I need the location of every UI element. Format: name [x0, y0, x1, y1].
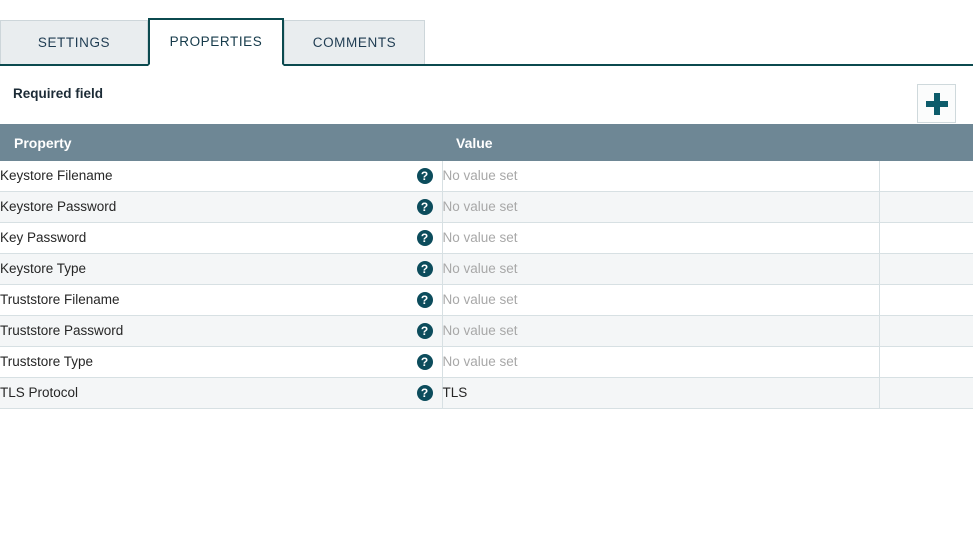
property-name-label: Key Password — [0, 230, 87, 245]
property-name-label: Keystore Type — [0, 261, 87, 276]
row-actions-cell[interactable] — [879, 377, 973, 409]
property-name-cell: Truststore Password? — [0, 315, 443, 347]
property-name-label: Keystore Filename — [0, 168, 113, 183]
plus-icon — [925, 92, 948, 115]
table-row[interactable]: Keystore Type? No value set — [0, 253, 973, 285]
help-icon[interactable]: ? — [416, 230, 433, 246]
tab-properties[interactable]: PROPERTIES — [148, 18, 284, 66]
tab-comments-label: COMMENTS — [312, 35, 397, 50]
required-field-label: Required field — [13, 86, 104, 101]
table-row[interactable]: Keystore Password? No value set — [0, 191, 973, 223]
property-value-cell[interactable]: No value set — [442, 191, 880, 223]
table-row[interactable]: Key Password? No value set — [0, 222, 973, 254]
table-row[interactable]: Truststore Password? No value set — [0, 315, 973, 347]
property-value-cell[interactable]: No value set — [442, 222, 880, 254]
table-row[interactable]: Truststore Filename? No value set — [0, 284, 973, 316]
table-header-row: Property Value — [0, 124, 973, 161]
property-value-cell[interactable]: No value set — [442, 161, 880, 192]
property-name-label: Keystore Password — [0, 199, 117, 214]
property-name-cell: Keystore Filename? — [0, 161, 443, 192]
property-name-cell: Key Password? — [0, 222, 443, 254]
tab-settings[interactable]: SETTINGS — [0, 20, 148, 64]
row-actions-cell[interactable] — [879, 222, 973, 254]
properties-table: Property Value Keystore Filename? No valu… — [0, 124, 973, 409]
help-icon[interactable]: ? — [416, 168, 433, 184]
row-actions-cell[interactable] — [879, 191, 973, 223]
row-actions-cell[interactable] — [879, 315, 973, 347]
property-name-label: Truststore Filename — [0, 292, 120, 307]
property-name-label: Truststore Password — [0, 323, 124, 338]
tab-properties-label: PROPERTIES — [169, 34, 263, 49]
column-header-actions — [879, 124, 973, 161]
row-actions-cell[interactable] — [879, 346, 973, 378]
property-value-cell[interactable]: No value set — [442, 284, 880, 316]
row-actions-cell[interactable] — [879, 253, 973, 285]
help-icon[interactable]: ? — [416, 323, 433, 339]
column-header-property: Property — [0, 124, 442, 161]
property-value-cell[interactable]: TLS — [442, 377, 880, 409]
property-name-cell: Truststore Filename? — [0, 284, 443, 316]
property-name-label: Truststore Type — [0, 354, 94, 369]
property-name-cell: Keystore Type? — [0, 253, 443, 285]
property-value-cell[interactable]: No value set — [442, 315, 880, 347]
help-icon[interactable]: ? — [416, 261, 433, 277]
tab-settings-label: SETTINGS — [37, 35, 111, 50]
property-value-cell[interactable]: No value set — [442, 253, 880, 285]
property-name-cell: Keystore Password? — [0, 191, 443, 223]
table-row[interactable]: Keystore Filename? No value set — [0, 161, 973, 192]
tab-strip: SETTINGS PROPERTIES COMMENTS — [0, 0, 973, 66]
tab-comments[interactable]: COMMENTS — [284, 20, 425, 64]
help-icon[interactable]: ? — [416, 354, 433, 370]
help-icon[interactable]: ? — [416, 199, 433, 215]
property-name-cell: TLS Protocol? — [0, 377, 443, 409]
property-value-cell[interactable]: No value set — [442, 346, 880, 378]
subheader: Required field — [0, 66, 973, 124]
help-icon[interactable]: ? — [416, 292, 433, 308]
help-icon[interactable]: ? — [416, 385, 433, 401]
row-actions-cell[interactable] — [879, 161, 973, 192]
table-row[interactable]: Truststore Type? No value set — [0, 346, 973, 378]
table-body: Keystore Filename? No value set Keystore P… — [0, 161, 973, 409]
column-header-value: Value — [442, 124, 879, 161]
property-name-cell: Truststore Type? — [0, 346, 443, 378]
row-actions-cell[interactable] — [879, 284, 973, 316]
property-name-label: TLS Protocol — [0, 385, 79, 400]
table-row[interactable]: TLS Protocol? TLS — [0, 377, 973, 409]
table-head: Property Value — [0, 124, 973, 161]
add-property-button[interactable] — [917, 84, 956, 123]
